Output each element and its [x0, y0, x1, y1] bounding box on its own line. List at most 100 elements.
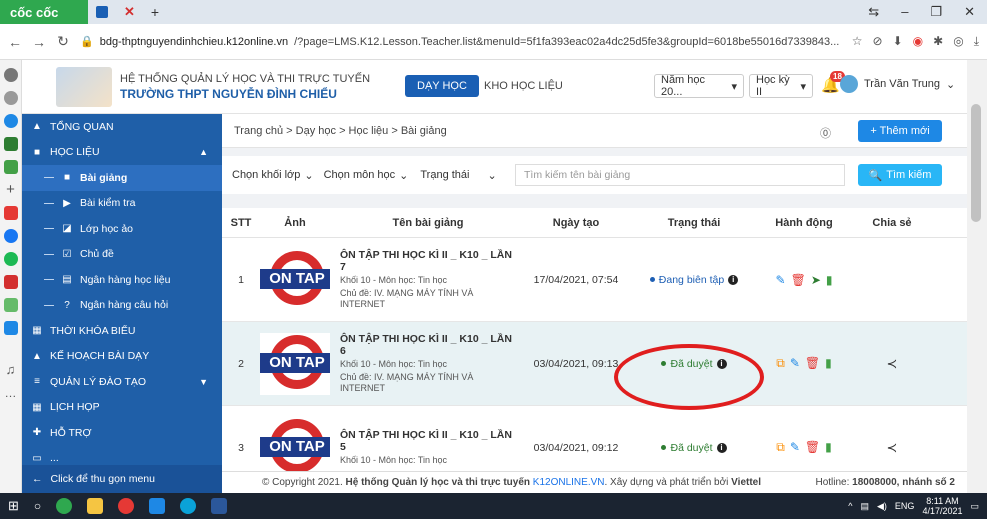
bell-icon[interactable]: ♫	[6, 362, 16, 377]
sidebar-item-material-bank[interactable]: ▤ Ngân hàng học liệu	[22, 267, 222, 293]
back-icon[interactable]: ←	[8, 34, 22, 50]
word-icon[interactable]	[211, 498, 228, 514]
shield-icon[interactable]: ⊘	[873, 34, 883, 49]
table-row[interactable]: 3 ON TAP ÔN TẬP THI HỌC KÌ II _ K10 _ LẦ…	[222, 406, 967, 471]
edit-icon[interactable]: ✎	[790, 440, 800, 455]
sidebar-item-support[interactable]: ✚ HỖ TRỢ	[22, 420, 222, 446]
sidebar-item-materials[interactable]: ■ HỌC LIỆU ▲	[22, 140, 222, 166]
send-icon[interactable]: ➤	[811, 273, 821, 287]
copy-icon[interactable]: ⧉	[776, 440, 785, 455]
vscode-icon[interactable]	[149, 498, 166, 514]
network-icon[interactable]: ▤	[860, 501, 869, 512]
add-icon[interactable]: +	[4, 182, 18, 197]
lecture-thumbnail[interactable]: ON TAP	[260, 248, 330, 311]
chrome-icon[interactable]	[118, 498, 135, 514]
profile-icon[interactable]: ◎	[953, 34, 963, 49]
reload-icon[interactable]: ↻	[56, 33, 70, 50]
volume-icon[interactable]: ◀)	[877, 501, 887, 512]
tab-search-icon[interactable]: ⇆	[868, 4, 879, 20]
lecture-title[interactable]: ÔN TẬP THI HỌC KÌ II _ K10 _ LẦN 6	[340, 333, 516, 357]
file-explorer-icon[interactable]	[87, 498, 104, 514]
download-tray-icon[interactable]: ⤓	[974, 34, 979, 49]
table-row[interactable]: 2 ON TAP ÔN TẬP THI HỌC KÌ II _ K10 _ LẦ…	[222, 322, 967, 406]
sidebar-item-topics[interactable]: ☑ Chủ đề	[22, 242, 222, 268]
collapse-menu-button[interactable]: ← Click để thu gọn menu	[22, 465, 222, 493]
search-button[interactable]: 🔍 Tìm kiếm	[858, 164, 942, 186]
sidebar-item-question-bank[interactable]: ? Ngân hàng câu hỏi	[22, 293, 222, 319]
info-icon[interactable]: i	[716, 442, 727, 453]
sidebar-item-tests[interactable]: ▶ Bài kiểm tra	[22, 191, 222, 217]
sidebar-item-training[interactable]: ≡ QUẢN LÝ ĐÀO TẠO ▼	[22, 369, 222, 395]
coccoc-taskbar-icon[interactable]	[56, 498, 73, 514]
lecture-title[interactable]: ÔN TẬP THI HỌC KÌ II _ K10 _ LẦN 5	[340, 429, 516, 453]
minimize-icon[interactable]: –	[901, 4, 908, 20]
sidebar-item-timetable[interactable]: ▦ THỜI KHÓA BIỂU	[22, 318, 222, 344]
close-icon[interactable]: ✕	[964, 4, 975, 20]
sidebar-item-meetings[interactable]: ▦ LỊCH HỌP	[22, 395, 222, 421]
sidebar-item-overview[interactable]: ▲ TỔNG QUAN	[22, 114, 222, 140]
info-icon[interactable]: i	[716, 358, 727, 369]
scrollbar-thumb[interactable]	[971, 104, 981, 222]
subject-select[interactable]: Chọn môn học ⌄	[324, 169, 409, 182]
help-icon[interactable]: ⓪	[820, 125, 831, 141]
youtube-icon[interactable]	[3, 206, 18, 220]
history-icon[interactable]	[3, 91, 18, 105]
edge-icon[interactable]	[180, 498, 197, 514]
copy-icon[interactable]: ⧉	[776, 356, 785, 371]
language-indicator[interactable]: ENG	[895, 501, 915, 511]
add-new-button[interactable]: + Thêm mới	[858, 120, 942, 142]
stats-icon[interactable]: ▮	[825, 440, 832, 455]
delete-icon[interactable]: 🗑	[805, 440, 820, 455]
delete-icon[interactable]: 🗑	[805, 356, 820, 371]
school-year-select[interactable]: Năm học 20... ▾	[654, 74, 744, 98]
url-field[interactable]: 🔒 bdg-thptnguyendinhchieu.k12online.vn /?…	[80, 35, 842, 49]
forward-icon[interactable]: →	[32, 34, 46, 50]
user-menu[interactable]: Trần Văn Trung ⌄	[840, 75, 955, 93]
stats-icon[interactable]: ▮	[825, 356, 832, 371]
info-icon[interactable]: i	[728, 274, 739, 285]
settings-icon[interactable]	[3, 68, 18, 82]
download-icon[interactable]: ⬇	[893, 34, 903, 49]
term-select[interactable]: Học kỳ II ▾	[749, 74, 813, 98]
lecture-thumbnail[interactable]: ON TAP	[260, 416, 330, 471]
restore-icon[interactable]: ❐	[930, 4, 942, 20]
clock[interactable]: 8:11 AM 4/17/2021	[922, 496, 962, 516]
extension-icon[interactable]: ◉	[913, 34, 923, 49]
stats-icon[interactable]: ▮	[826, 273, 833, 287]
zalo-icon[interactable]	[3, 137, 18, 151]
tray-chevron-icon[interactable]: ^	[848, 501, 852, 511]
windows-start-icon[interactable]: ⊞	[8, 498, 19, 514]
delete-icon[interactable]: 🗑	[791, 273, 806, 287]
share-icon[interactable]: ≺	[887, 356, 898, 371]
promo-icon[interactable]	[3, 321, 18, 335]
puzzle-icon[interactable]: ✱	[933, 34, 943, 49]
facebook-icon[interactable]	[3, 229, 18, 243]
lecture-title[interactable]: ÔN TẬP THI HỌC KÌ II _ K10 _ LẦN 7	[340, 249, 516, 273]
browser-logo[interactable]: cốc cốc	[0, 0, 88, 24]
search-icon[interactable]: ○	[34, 499, 41, 513]
messenger-icon[interactable]	[3, 114, 18, 128]
tab-1[interactable]	[88, 0, 116, 24]
page-scrollbar[interactable]	[967, 60, 987, 493]
more-icon[interactable]: …	[5, 386, 17, 400]
spotify-icon[interactable]	[3, 252, 18, 266]
share-icon[interactable]: ≺	[887, 440, 898, 455]
table-row[interactable]: 1 ON TAP ÔN TẬP THI HỌC KÌ II _ K10 _ LẦ…	[222, 238, 967, 322]
edit-icon[interactable]: ✎	[776, 273, 786, 287]
search-input[interactable]: Tìm kiếm tên bài giảng	[515, 164, 845, 186]
app-icon[interactable]	[3, 298, 18, 312]
notification-center-icon[interactable]: ▭	[970, 501, 979, 512]
new-tab-button[interactable]: +	[143, 0, 167, 24]
sidebar-item-lesson-plan[interactable]: ▲ KẾ HOẠCH BÀI DẠY	[22, 344, 222, 370]
status-select[interactable]: Trạng thái ⌄	[420, 169, 496, 182]
teaching-menu-button[interactable]: DẠY HỌC	[405, 75, 479, 97]
tab-2[interactable]: ✕	[116, 0, 143, 24]
sidebar-item-virtual-class[interactable]: ◪ Lớp học ảo	[22, 216, 222, 242]
game-icon[interactable]	[3, 160, 18, 174]
edit-icon[interactable]: ✎	[790, 356, 800, 371]
vtv-icon[interactable]	[3, 275, 18, 289]
footer-brand-link[interactable]: K12ONLINE.VN	[533, 477, 605, 488]
star-icon[interactable]: ☆	[852, 34, 863, 49]
sidebar-item-lectures[interactable]: ■ Bài giảng	[22, 165, 222, 191]
lecture-thumbnail[interactable]: ON TAP	[260, 332, 330, 395]
